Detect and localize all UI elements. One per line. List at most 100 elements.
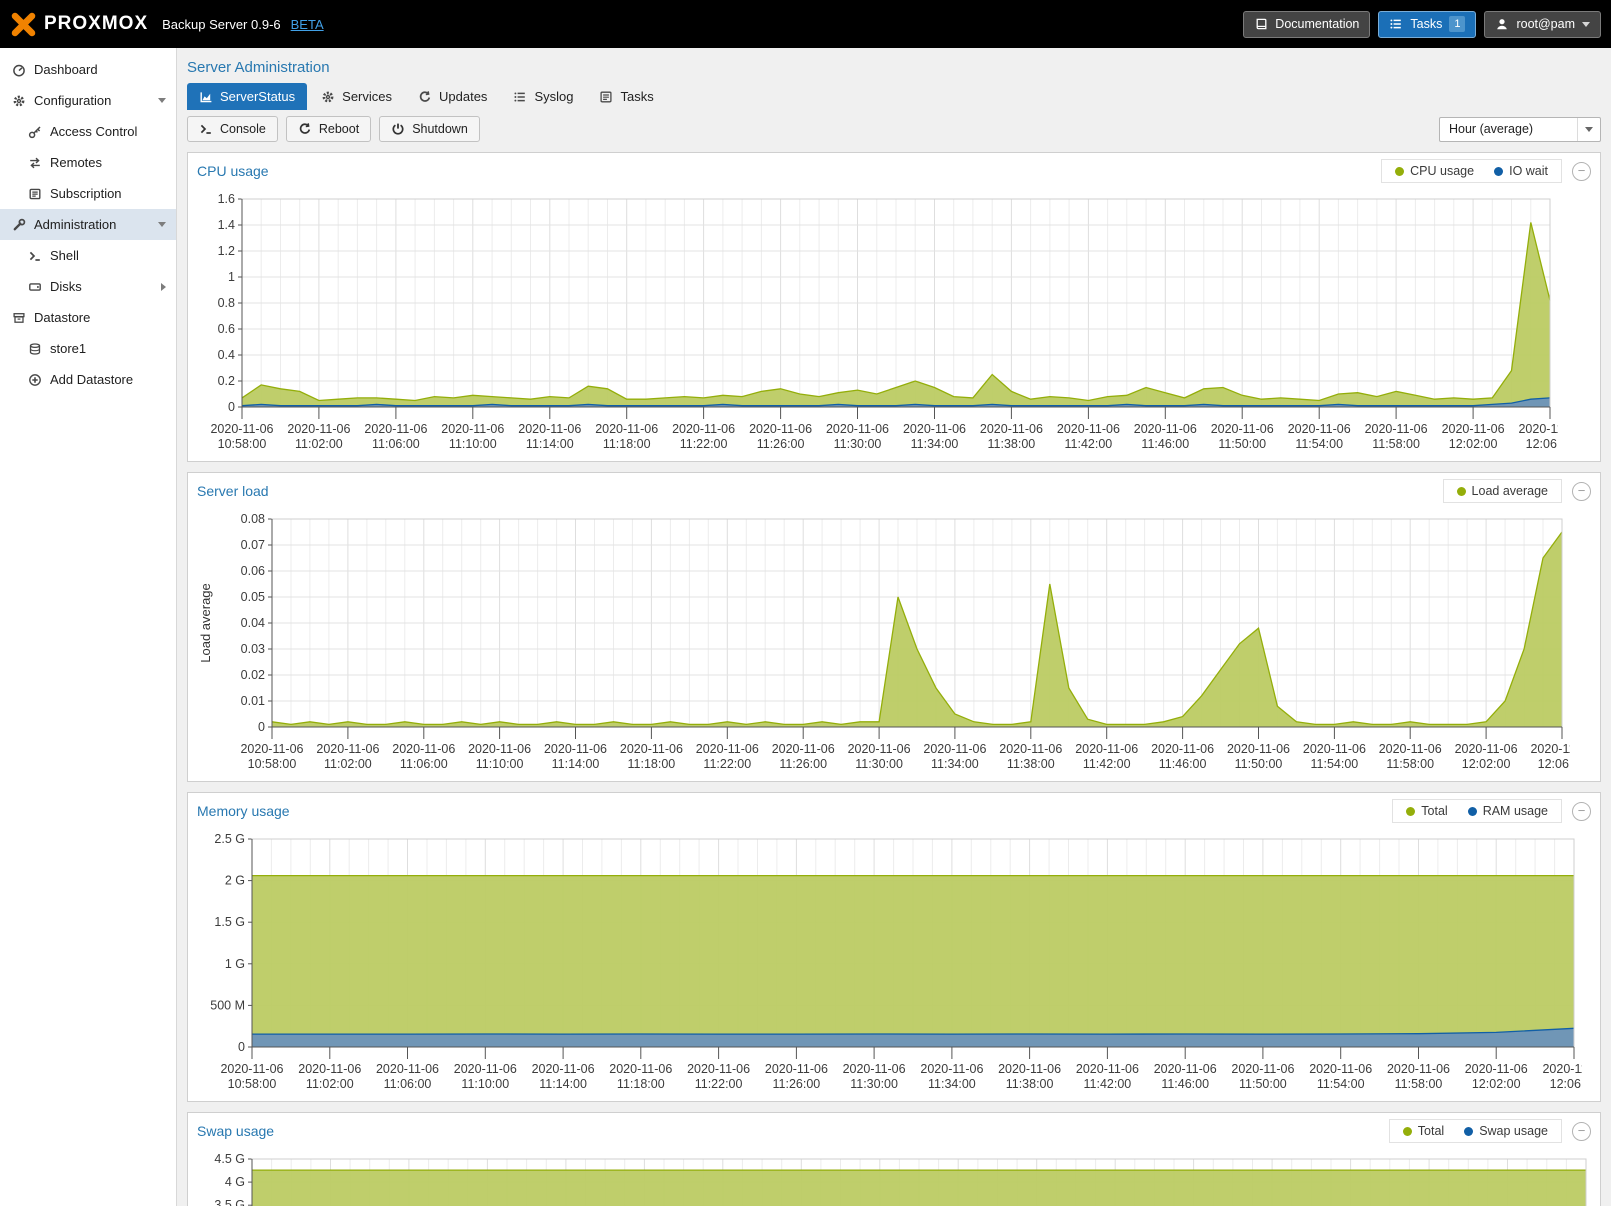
svg-text:2020-11-06: 2020-11-06 (826, 422, 889, 436)
sidebar-item-label: Remotes (50, 155, 102, 170)
documentation-button[interactable]: Documentation (1243, 11, 1370, 38)
svg-text:2020-11-06: 2020-11-06 (544, 742, 607, 756)
select-caret-area (1577, 118, 1600, 141)
svg-text:11:34:00: 11:34:00 (931, 757, 979, 771)
sidebar-item-shell[interactable]: Shell (0, 240, 176, 271)
refresh-icon (298, 122, 312, 136)
svg-text:11:58:00: 11:58:00 (1386, 757, 1434, 771)
svg-text:12:02:00: 12:02:00 (1449, 437, 1498, 451)
svg-text:1 G: 1 G (225, 957, 245, 971)
svg-text:11:02:00: 11:02:00 (324, 757, 372, 771)
svg-text:2020-11-06: 2020-11-06 (441, 422, 504, 436)
svg-text:0.2: 0.2 (218, 374, 235, 388)
swap-usage-panel: Swap usage TotalSwap usage 0500 M1 G1.5 … (187, 1112, 1601, 1206)
sidebar-item-add-datastore[interactable]: Add Datastore (0, 364, 176, 395)
svg-text:2020-11-06: 2020-11-06 (1076, 1062, 1139, 1076)
legend-label: Total (1421, 804, 1447, 818)
beta-link[interactable]: BETA (291, 17, 324, 32)
svg-text:2020-11-06: 2020-11-06 (1134, 422, 1197, 436)
svg-text:4 G: 4 G (225, 1175, 245, 1189)
sidebar-item-remotes[interactable]: Remotes (0, 147, 176, 178)
svg-text:2020-11-06: 2020-11-06 (1075, 742, 1138, 756)
legend-dot (1406, 807, 1415, 816)
legend-item-swap-usage: Swap usage (1464, 1124, 1548, 1138)
sidebar-item-administration[interactable]: Administration (0, 209, 176, 240)
svg-text:11:50:00: 11:50:00 (1239, 1077, 1287, 1091)
tab-syslog[interactable]: Syslog (501, 83, 585, 110)
sidebar-item-dashboard[interactable]: Dashboard (0, 54, 176, 85)
svg-text:Load average: Load average (198, 583, 213, 663)
sidebar: DashboardConfigurationAccess Control Remo… (0, 48, 177, 1206)
refresh-icon (418, 90, 432, 104)
chevron-down-icon (158, 98, 166, 103)
svg-text:11:18:00: 11:18:00 (603, 437, 651, 451)
sidebar-item-label: store1 (50, 341, 86, 356)
svg-text:11:06:00: 11:06:00 (400, 757, 448, 771)
svg-text:12:02:00: 12:02:00 (1462, 757, 1511, 771)
remotes-icon (28, 156, 42, 170)
svg-text:3.5 G: 3.5 G (214, 1198, 245, 1206)
panel-header: Memory usage TotalRAM usage (188, 793, 1600, 827)
svg-text:11:34:00: 11:34:00 (911, 437, 959, 451)
server-load-panel: Server load Load average 00.010.020.030.… (187, 472, 1601, 782)
chevron-down-icon (1582, 22, 1590, 27)
collapse-button[interactable] (1572, 802, 1591, 821)
svg-text:11:54:00: 11:54:00 (1317, 1077, 1365, 1091)
sidebar-item-configuration[interactable]: Configuration (0, 85, 176, 116)
subscription-icon (28, 187, 42, 201)
sidebar-item-datastore[interactable]: Datastore (0, 302, 176, 333)
tab-services[interactable]: Services (309, 83, 404, 110)
svg-text:4.5 G: 4.5 G (214, 1152, 245, 1166)
tasks-button[interactable]: Tasks 1 (1378, 11, 1476, 38)
svg-text:11:46:00: 11:46:00 (1161, 1077, 1209, 1091)
svg-text:2020-11-06: 2020-11-06 (287, 422, 350, 436)
svg-text:2020-11-06: 2020-11-06 (532, 1062, 595, 1076)
svg-text:11:46:00: 11:46:00 (1141, 437, 1189, 451)
svg-text:2020-11-06: 2020-11-06 (210, 422, 273, 436)
svg-text:10:58:00: 10:58:00 (228, 1077, 277, 1091)
panel-header: Server load Load average (188, 473, 1600, 507)
tab-updates[interactable]: Updates (406, 83, 499, 110)
collapse-button[interactable] (1572, 1122, 1591, 1141)
svg-text:11:38:00: 11:38:00 (1007, 757, 1055, 771)
svg-text:11:22:00: 11:22:00 (695, 1077, 743, 1091)
svg-text:11:06:00: 11:06:00 (372, 437, 420, 451)
tab-serverstatus[interactable]: ServerStatus (187, 83, 307, 110)
reboot-button[interactable]: Reboot (286, 116, 371, 142)
svg-text:2020-11-06: 2020-11-06 (364, 422, 427, 436)
svg-text:11:14:00: 11:14:00 (526, 437, 574, 451)
product-subtitle: Backup Server 0.9-6 (162, 17, 281, 32)
svg-text:0.6: 0.6 (218, 322, 235, 336)
svg-text:12:02:00: 12:02:00 (1472, 1077, 1521, 1091)
tab-tasks[interactable]: Tasks (587, 83, 665, 110)
svg-text:2020-11-06: 2020-11-06 (609, 1062, 672, 1076)
memory-usage-panel: Memory usage TotalRAM usage 0500 M1 G1.5… (187, 792, 1601, 1102)
sidebar-item-disks[interactable]: Disks (0, 271, 176, 302)
shutdown-button[interactable]: Shutdown (379, 116, 480, 142)
sidebar-item-subscription[interactable]: Subscription (0, 178, 176, 209)
time-range-select[interactable]: Hour (average) (1439, 117, 1601, 142)
console-button[interactable]: Console (187, 116, 278, 142)
sidebar-item-access-control[interactable]: Access Control (0, 116, 176, 147)
svg-text:2020-11-06: 2020-11-06 (843, 1062, 906, 1076)
legend-item-io-wait: IO wait (1494, 164, 1548, 178)
svg-text:500 M: 500 M (210, 998, 245, 1012)
panel-title: Memory usage (197, 803, 290, 819)
svg-text:0.4: 0.4 (218, 348, 235, 362)
sidebar-item-store1[interactable]: store1 (0, 333, 176, 364)
collapse-button[interactable] (1572, 482, 1591, 501)
dashboard-icon (12, 63, 26, 77)
svg-text:11:02:00: 11:02:00 (295, 437, 343, 451)
svg-text:2020-11-06: 2020-11-06 (999, 742, 1062, 756)
button-label: Console (220, 122, 266, 136)
svg-text:11:26:00: 11:26:00 (757, 437, 805, 451)
user-menu-button[interactable]: root@pam (1484, 11, 1601, 38)
svg-text:2020-11-06: 2020-11-06 (1211, 422, 1274, 436)
svg-text:2020-11-06: 2020-11-06 (1151, 742, 1214, 756)
svg-text:11:02:00: 11:02:00 (306, 1077, 354, 1091)
proxmox-logo: PROXMOX (10, 11, 148, 38)
svg-text:11:06:00: 11:06:00 (384, 1077, 432, 1091)
collapse-button[interactable] (1572, 162, 1591, 181)
main-content: Server Administration ServerStatusServic… (177, 48, 1611, 1206)
toolbar: Console Reboot Shutdown Hour (average) (187, 116, 1601, 142)
